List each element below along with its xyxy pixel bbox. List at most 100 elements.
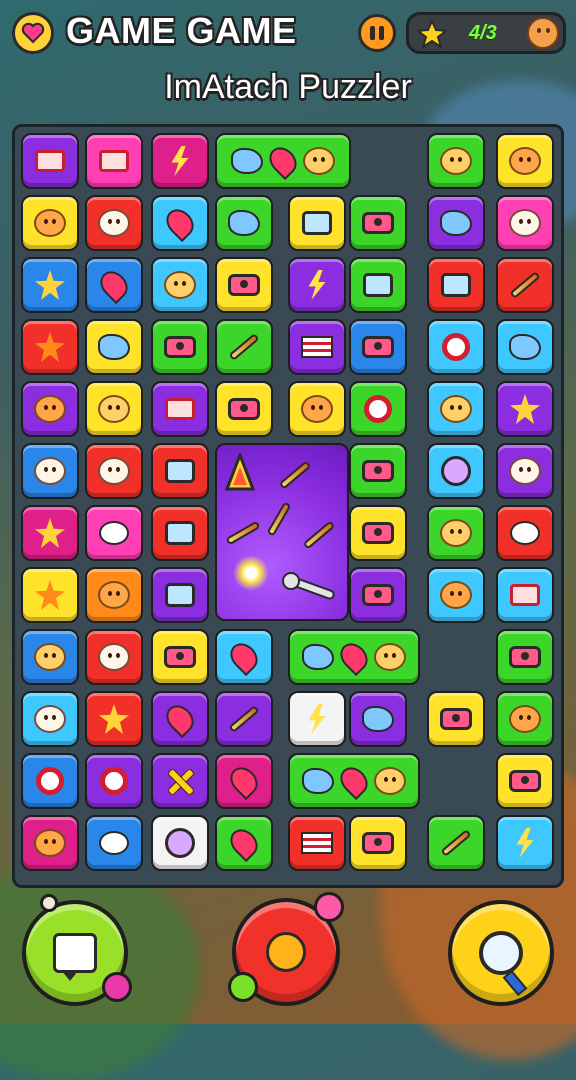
board-tile[interactable] xyxy=(215,319,273,375)
board-tile[interactable] xyxy=(349,319,407,375)
board-tile[interactable] xyxy=(349,505,407,561)
board-tile[interactable] xyxy=(151,505,209,561)
board-tile[interactable] xyxy=(215,691,273,747)
board-tile[interactable] xyxy=(349,443,407,499)
board-tile[interactable] xyxy=(85,133,143,189)
board-tile[interactable] xyxy=(427,195,485,251)
stripes-icon xyxy=(300,332,334,362)
board-tile[interactable] xyxy=(496,133,554,189)
smiley-icon xyxy=(33,704,67,734)
board-tile[interactable] xyxy=(496,443,554,499)
board-tile[interactable] xyxy=(21,505,79,561)
board-tile[interactable] xyxy=(496,691,554,747)
board-tile[interactable] xyxy=(496,381,554,437)
board-tile[interactable] xyxy=(349,195,407,251)
board-tile[interactable] xyxy=(349,815,407,871)
board-tile[interactable] xyxy=(427,691,485,747)
board-tile[interactable] xyxy=(151,753,209,809)
pause-button[interactable] xyxy=(358,14,396,52)
burst-icon xyxy=(300,704,334,734)
board-tile[interactable] xyxy=(85,629,143,685)
board-tile[interactable] xyxy=(21,753,79,809)
board-tile[interactable] xyxy=(21,691,79,747)
avatar[interactable] xyxy=(527,17,559,49)
smiley-icon xyxy=(508,208,542,238)
sword-icon xyxy=(227,332,261,362)
board-tile[interactable] xyxy=(349,381,407,437)
board-tile[interactable] xyxy=(215,257,273,313)
board-tile[interactable] xyxy=(349,567,407,623)
board-tile[interactable] xyxy=(288,815,346,871)
board-tile[interactable] xyxy=(215,133,351,189)
board-tile[interactable] xyxy=(427,567,485,623)
board-tile[interactable] xyxy=(21,443,79,499)
board-tile[interactable] xyxy=(288,319,346,375)
board-tile[interactable] xyxy=(21,319,79,375)
sword-icon xyxy=(227,704,261,734)
board-tile[interactable] xyxy=(288,195,346,251)
search-button[interactable] xyxy=(448,900,554,1006)
board-tile[interactable] xyxy=(215,753,273,809)
board-tile[interactable] xyxy=(496,815,554,871)
board-tile[interactable] xyxy=(85,381,143,437)
board-tile[interactable] xyxy=(85,505,143,561)
burst-icon xyxy=(300,270,334,300)
board-tile[interactable] xyxy=(427,505,485,561)
board-tile[interactable] xyxy=(288,691,346,747)
smiley-icon xyxy=(508,704,542,734)
board-tile[interactable] xyxy=(288,381,346,437)
board-tile[interactable] xyxy=(21,195,79,251)
board-tile[interactable] xyxy=(151,133,209,189)
board-tile[interactable] xyxy=(496,753,554,809)
board-tile[interactable] xyxy=(215,815,273,871)
board-tile[interactable] xyxy=(21,567,79,623)
board-tile[interactable] xyxy=(151,691,209,747)
board-tile[interactable] xyxy=(215,629,273,685)
board-tile[interactable] xyxy=(85,753,143,809)
board-tile[interactable] xyxy=(427,319,485,375)
board-tile[interactable] xyxy=(151,629,209,685)
board-tile[interactable] xyxy=(21,629,79,685)
board-tile[interactable] xyxy=(151,319,209,375)
board-tile[interactable] xyxy=(349,257,407,313)
board-tile[interactable] xyxy=(151,195,209,251)
board-tile[interactable] xyxy=(427,443,485,499)
board-tile[interactable] xyxy=(21,381,79,437)
board-tile[interactable] xyxy=(85,815,143,871)
board-tile[interactable] xyxy=(151,567,209,623)
board-tile[interactable] xyxy=(496,257,554,313)
board-tile[interactable] xyxy=(288,257,346,313)
board-tile[interactable] xyxy=(85,319,143,375)
pin-icon xyxy=(224,761,264,801)
board-tile[interactable] xyxy=(85,443,143,499)
board-tile[interactable] xyxy=(215,195,273,251)
board-tile[interactable] xyxy=(21,133,79,189)
target-icon xyxy=(361,394,395,424)
board-tile[interactable] xyxy=(151,815,209,871)
board-tile[interactable] xyxy=(349,691,407,747)
board-tile[interactable] xyxy=(288,629,420,685)
screen-icon xyxy=(300,208,334,238)
board-tile[interactable] xyxy=(427,257,485,313)
board-tile[interactable] xyxy=(496,319,554,375)
combo-bomb-tile[interactable] xyxy=(215,443,349,621)
board-tile[interactable] xyxy=(215,381,273,437)
board-tile[interactable] xyxy=(85,691,143,747)
board-tile[interactable] xyxy=(288,753,420,809)
board-tile[interactable] xyxy=(21,815,79,871)
board-tile[interactable] xyxy=(85,257,143,313)
board-tile[interactable] xyxy=(85,195,143,251)
board-tile[interactable] xyxy=(151,443,209,499)
board-tile[interactable] xyxy=(427,133,485,189)
board-tile[interactable] xyxy=(85,567,143,623)
board-tile[interactable] xyxy=(21,257,79,313)
board-tile[interactable] xyxy=(151,257,209,313)
board-tile[interactable] xyxy=(496,505,554,561)
board-tile[interactable] xyxy=(496,567,554,623)
board-tile[interactable] xyxy=(151,381,209,437)
score-bar: 4/3 xyxy=(406,12,566,54)
board-tile[interactable] xyxy=(427,815,485,871)
board-tile[interactable] xyxy=(496,629,554,685)
board-tile[interactable] xyxy=(496,195,554,251)
board-tile[interactable] xyxy=(427,381,485,437)
